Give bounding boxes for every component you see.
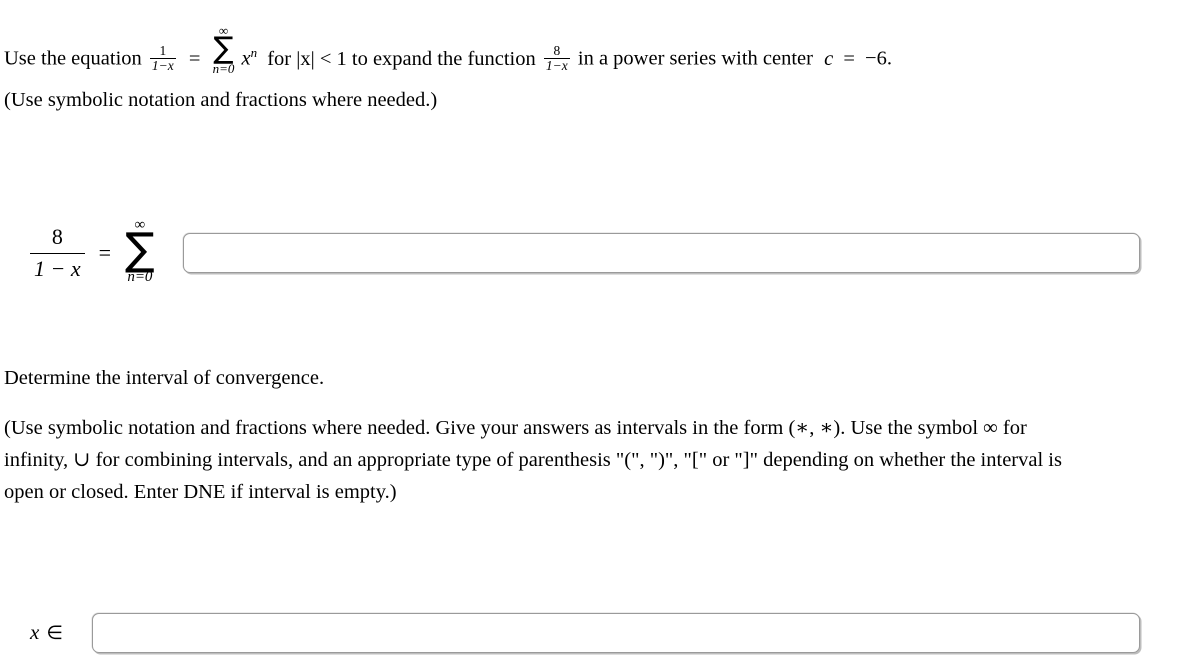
series-equals-sign: = [98,240,112,265]
center-variable: c [824,47,834,70]
series-answer-input[interactable] [183,233,1140,273]
prompt-intro-text: Use the equation [4,47,142,70]
prompt-condition-text: for |x| < 1 to expand the function [267,47,536,70]
element-of-icon: ∈ [46,622,63,644]
identity-fraction: 1 1−x [149,42,176,74]
prompt-center-text: in a power series with center [577,47,813,70]
display-summation-lower-limit: n=0 [127,269,153,286]
sigma-icon: ∑ [125,224,155,276]
interval-heading: Determine the interval of convergence. [4,367,325,389]
series-fraction-denominator: 1 − x [30,252,85,283]
interval-instructions: (Use symbolic notation and fractions whe… [4,412,1194,508]
center-value: −6. [865,47,892,70]
identity-fraction-denominator: 1−x [149,58,176,74]
interval-instructions-line-1: (Use symbolic notation and fractions whe… [4,417,1027,439]
identity-equals-sign: = [188,47,201,70]
series-fraction-numerator: 8 [51,223,63,249]
identity-fraction-numerator: 1 [159,42,167,58]
interval-answer-label: x ∈ [30,620,63,645]
series-left-fraction: 8 1 − x [30,224,85,283]
sigma-icon: ∑ [213,31,234,66]
summand-exponent: n [250,44,258,60]
inline-summation: ∞ ∑ n=0 [213,24,235,76]
summand-base: x [241,47,251,70]
interval-instructions-line-3: open or closed. Enter DNE if interval is… [4,481,397,503]
question-page: Use the equation 1 1−x = ∞ ∑ n=0 xn for … [0,0,1200,667]
interval-answer-variable: x [30,620,40,644]
interval-answer-input[interactable] [92,613,1140,653]
target-fraction-numerator: 8 [553,42,561,58]
interval-instructions-line-2: infinity, ∪ for combining intervals, and… [4,449,1062,471]
target-fraction-denominator: 1−x [543,58,570,74]
center-equals-sign: = [843,47,855,70]
notation-note: (Use symbolic notation and fractions whe… [4,89,438,111]
inline-summation-lower-limit: n=0 [212,60,235,76]
display-summation: ∞ ∑ n=0 [125,218,155,288]
series-display-equation: 8 1 − x = ∞ ∑ n=0 [30,213,155,293]
question-prompt: Use the equation 1 1−x = ∞ ∑ n=0 xn for … [4,22,892,76]
target-function-fraction: 8 1−x [543,42,570,74]
